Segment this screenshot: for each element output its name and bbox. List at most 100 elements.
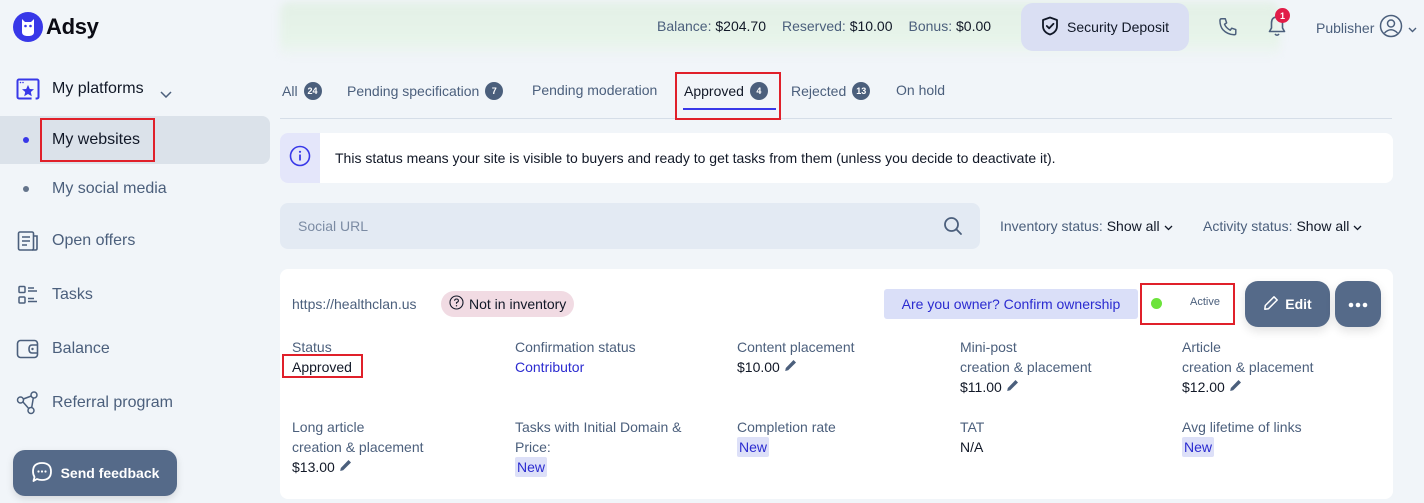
info-banner: This status means your site is visible t…	[280, 133, 1393, 183]
website-url[interactable]: https://healthclan.us	[292, 296, 417, 312]
field-value: $12.00	[1182, 379, 1225, 395]
info-icon	[289, 145, 311, 172]
tab-pending-moderation[interactable]: Pending moderation	[532, 82, 657, 98]
send-feedback-button[interactable]: Send feedback	[13, 450, 177, 496]
sidebar-item-my-social-media[interactable]: My social media	[0, 165, 270, 213]
balance-label: Balance:	[657, 18, 712, 34]
send-feedback-label: Send feedback	[60, 465, 160, 481]
document-icon	[16, 229, 40, 253]
filter-value: Show all	[1106, 218, 1160, 234]
more-options-button[interactable]	[1335, 281, 1381, 327]
bell-icon	[1266, 16, 1288, 42]
sidebar-item-referral-program[interactable]: Referral program	[0, 379, 270, 427]
field-label: Content placement	[737, 339, 855, 355]
field-value: $11.00	[960, 379, 1002, 395]
sidebar-item-label: Tasks	[52, 286, 93, 303]
edit-price-pencil-icon[interactable]	[1006, 377, 1019, 397]
notifications-button[interactable]: 1	[1266, 8, 1290, 43]
highlight-box	[40, 118, 155, 162]
tab-count-badge: 13	[852, 82, 871, 100]
info-icon-container	[280, 133, 320, 183]
filter-label: Inventory status:	[1000, 218, 1103, 234]
phone-icon[interactable]	[1217, 16, 1239, 43]
role-label: Publisher	[1316, 19, 1375, 36]
edit-label: Edit	[1285, 296, 1312, 312]
highlight-box	[282, 354, 363, 378]
tab-rejected[interactable]: Rejected 13	[791, 82, 871, 100]
tasks-list-icon	[16, 283, 40, 307]
reserved-label: Reserved:	[781, 18, 846, 34]
user-menu[interactable]: Publisher	[1316, 14, 1417, 41]
field-label: creation & placement	[1182, 359, 1314, 375]
account-balances: Balance: $204.70 Reserved: $10.00 Bonus:…	[657, 18, 991, 34]
reserved-value: $10.00	[849, 18, 893, 34]
chat-bubble-icon	[31, 461, 53, 486]
field-label: Long article	[292, 419, 365, 435]
info-banner-text: This status means your site is visible t…	[335, 150, 1056, 166]
more-dots-icon	[1348, 295, 1368, 313]
field-label: creation & placement	[292, 439, 424, 455]
search-input[interactable]	[280, 218, 920, 234]
tab-all[interactable]: All 24	[282, 82, 322, 100]
inventory-status-filter[interactable]: Inventory status: Show all	[1000, 218, 1173, 234]
bullet-icon	[23, 186, 29, 192]
inventory-status-badge: Not in inventory	[441, 291, 575, 317]
sidebar-item-tasks[interactable]: Tasks	[0, 271, 270, 319]
sidebar-item-label: My social media	[52, 180, 167, 197]
tab-label: Pending moderation	[532, 82, 658, 98]
field-label: Completion rate	[737, 419, 836, 435]
filter-label: Activity status:	[1203, 218, 1293, 234]
pencil-icon	[1263, 295, 1279, 314]
confirm-ownership-button[interactable]: Are you owner? Confirm ownership	[884, 289, 1138, 319]
tab-pending-specification[interactable]: Pending specification 7	[347, 82, 504, 100]
reserved-item: Reserved: $10.00	[782, 18, 893, 34]
field-mini-post: Mini-post creation & placement $11.00	[960, 337, 1092, 397]
confirmation-link[interactable]: Contributor	[515, 357, 636, 377]
sidebar-item-label: My platforms	[52, 80, 144, 97]
field-content-placement: Content placement $10.00	[737, 337, 855, 377]
edit-price-pencil-icon[interactable]	[339, 457, 352, 477]
tab-label: All	[282, 83, 298, 99]
security-deposit-button[interactable]: Security Deposit	[1021, 3, 1189, 51]
field-value: $10.00	[737, 359, 780, 375]
tab-label: Pending specification	[347, 83, 480, 99]
field-avg-lifetime-links: Avg lifetime of links New	[1182, 417, 1302, 457]
highlight-box	[1140, 283, 1235, 325]
field-label: Mini-post	[960, 339, 1017, 355]
highlight-box	[675, 72, 781, 120]
search-icon[interactable]	[943, 216, 963, 241]
chevron-down-icon	[1164, 218, 1173, 234]
tab-on-hold[interactable]: On hold	[896, 82, 945, 98]
security-deposit-label: Security Deposit	[1067, 19, 1169, 35]
edit-price-pencil-icon[interactable]	[1229, 377, 1242, 397]
sidebar-item-open-offers[interactable]: Open offers	[0, 217, 270, 265]
chevron-down-icon	[1353, 218, 1362, 234]
field-tat: TAT N/A	[960, 417, 984, 457]
sidebar-item-label: Balance	[52, 340, 110, 357]
field-value: $13.00	[292, 459, 335, 475]
field-article: Article creation & placement $12.00	[1182, 337, 1314, 397]
field-confirmation-status: Confirmation status Contributor	[515, 337, 636, 377]
search-bar	[280, 203, 980, 249]
field-label: Confirmation status	[515, 339, 636, 355]
balance-value: $204.70	[715, 18, 766, 34]
field-value: N/A	[960, 439, 984, 455]
field-label: Price:	[515, 439, 551, 455]
activity-status-filter[interactable]: Activity status: Show all	[1203, 218, 1362, 234]
balance-item: Balance: $204.70	[657, 18, 766, 34]
field-label: Tasks with Initial Domain &	[515, 419, 682, 435]
sidebar-item-label: Referral program	[52, 394, 173, 411]
sidebar-item-my-platforms[interactable]: My platforms	[0, 65, 270, 113]
shield-check-icon	[1041, 16, 1059, 39]
tab-count-badge: 7	[485, 82, 504, 100]
sidebar-item-balance[interactable]: Balance	[0, 325, 270, 373]
edit-price-pencil-icon[interactable]	[784, 357, 797, 377]
edit-button[interactable]: Edit	[1245, 281, 1330, 327]
new-tag: New	[737, 437, 770, 457]
website-card: https://healthclan.us Not in inventory A…	[280, 269, 1393, 499]
logo[interactable]: Adsy	[13, 12, 99, 42]
user-avatar-icon	[1379, 14, 1403, 41]
field-label: TAT	[960, 419, 985, 435]
wallet-icon	[16, 337, 40, 361]
tab-label: Rejected	[791, 83, 847, 99]
